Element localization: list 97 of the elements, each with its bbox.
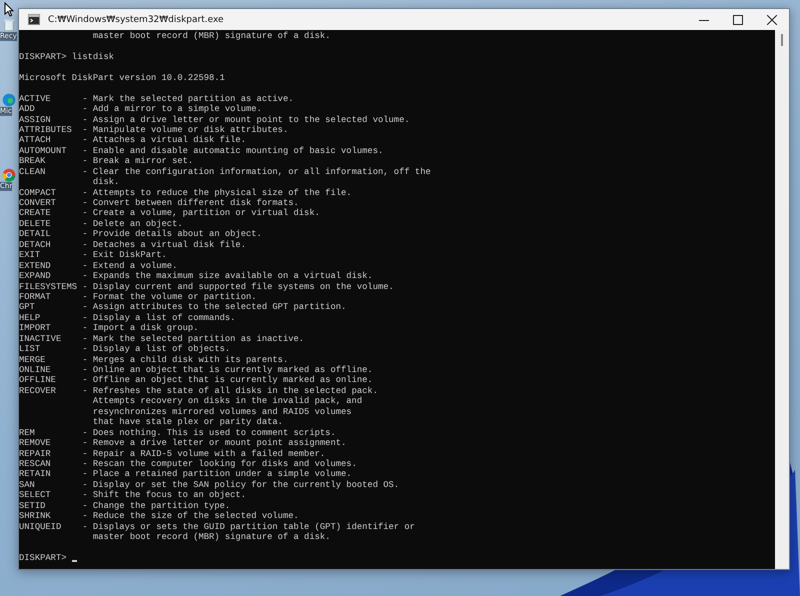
command-description: - Add a mirror to a simple volume. xyxy=(82,104,262,114)
command-name: REPAIR xyxy=(19,448,52,459)
command-name: CONVERT xyxy=(19,198,57,208)
scrollbar[interactable] xyxy=(775,30,789,569)
command-description: - Does nothing. This is used to comment scripts. xyxy=(82,428,336,438)
command-description: that have stale plex or parity data. xyxy=(92,417,284,428)
command-description: - Attaches a virtual disk file. xyxy=(82,135,246,146)
console-app-icon xyxy=(28,14,40,25)
command-description: - Rescan the computer looking for disks and volumes. xyxy=(82,458,357,470)
command-description: - Break a mirror set. xyxy=(82,156,194,167)
command-name: ADD xyxy=(19,104,36,114)
command-description: - Provide details about an object. xyxy=(82,229,262,240)
command-description: - Assign attributes to the selected GPT partition. xyxy=(82,302,346,313)
command-name: RETAIN xyxy=(19,469,52,480)
command-name: DETACH xyxy=(19,240,52,250)
command-description: - Detaches a virtual disk file. xyxy=(82,240,246,250)
command-name: SAN xyxy=(19,480,36,490)
command-description: master boot record (MBR) signature of a disk. xyxy=(92,532,332,542)
close-icon xyxy=(767,14,777,24)
command-description: - Convert between different disk formats. xyxy=(82,198,299,208)
command-name: UNIQUEID xyxy=(19,522,62,532)
command-description: - Place a retained partition under a simple volume. xyxy=(82,469,352,480)
command-name: DELETE xyxy=(19,218,52,230)
command-description: - Clear the configuration information, or all information, off the xyxy=(82,166,431,178)
command-name: ATTRIBUTES xyxy=(19,124,73,136)
command-description: - Display a list of objects. xyxy=(82,344,230,355)
browser-icon[interactable] xyxy=(2,93,16,107)
browser-icon[interactable] xyxy=(2,168,16,182)
command-name: REMOVE xyxy=(19,438,52,448)
command-name: RECOVER xyxy=(19,386,57,396)
console-text: master boot record (MBR) signature of a disk. xyxy=(92,31,332,42)
command-name: SHRINK xyxy=(19,511,52,522)
command-description: - Enable and disable automatic mounting of basic volumes. xyxy=(82,146,384,156)
command-name: ATTACH xyxy=(19,135,52,146)
command-description: - Mark the selected partition as active. xyxy=(82,94,294,104)
command-description: - Offline an object that is currently marked as online. xyxy=(82,375,373,386)
command-name: INACTIVE xyxy=(19,334,62,344)
command-name: MERGE xyxy=(19,354,46,365)
maximize-icon xyxy=(733,14,743,24)
command-name: HELP xyxy=(19,312,42,324)
command-name: IMPORT xyxy=(19,323,52,334)
command-name: DETAIL xyxy=(19,229,52,240)
command-name: FORMAT xyxy=(19,292,52,302)
bin-icon[interactable] xyxy=(2,18,16,32)
command-description: - Reduce the size of the selected volume. xyxy=(82,511,299,522)
command-name: CLEAN xyxy=(19,166,46,178)
command-name: REM xyxy=(19,428,36,438)
command-description: - Display current and supported file systems on the volume. xyxy=(82,282,394,292)
command-description: - Change the partition type. xyxy=(82,500,230,512)
typed-command: listdisk xyxy=(72,52,114,62)
command-description: resynchronizes mirrored volumes and RAID5 volumes xyxy=(92,406,353,418)
command-name: AUTOMOUNT xyxy=(19,146,68,156)
command-name: OFFLINE xyxy=(19,375,57,386)
command-name: ASSIGN xyxy=(19,114,52,125)
mouse-cursor-icon xyxy=(4,2,14,17)
command-name: BREAK xyxy=(19,156,46,167)
command-description: - Repair a RAID-5 volume with a failed member. xyxy=(82,448,326,459)
command-description: - Expands the maximum size available on a virtual disk. xyxy=(82,271,373,282)
command-description: - Online an object that is currently marked as offline. xyxy=(82,365,373,376)
command-description: - Merges a child disk with its parents. xyxy=(82,354,288,365)
command-description: disk. xyxy=(92,177,120,188)
command-name: SETID xyxy=(19,500,46,512)
text-cursor xyxy=(72,560,78,562)
command-name: COMPACT xyxy=(19,188,57,198)
command-name: EXPAND xyxy=(19,271,52,282)
command-name: FILESYSTEMS xyxy=(19,282,78,292)
window-title: C:₩Windows₩system32₩diskpart.exe xyxy=(48,14,225,24)
command-description: - Refreshes the state of all disks in the selected pack. xyxy=(82,386,378,396)
command-name: RESCAN xyxy=(19,458,52,470)
command-description: - Attempts to reduce the physical size of the file. xyxy=(82,188,352,198)
prompt-text: DISKPART> xyxy=(19,552,67,564)
command-description: - Delete an object. xyxy=(82,218,183,230)
command-name: ONLINE xyxy=(19,365,52,376)
command-description: - Assign a drive letter or mount point to the selected volume. xyxy=(82,114,410,125)
command-description: - Import a disk group. xyxy=(82,323,198,334)
command-description: - Exit DiskPart. xyxy=(82,250,167,261)
scrollbar-thumb[interactable] xyxy=(781,34,783,46)
command-description: - Manipulate volume or disk attributes. xyxy=(82,124,288,136)
command-name: EXTEND xyxy=(19,260,52,272)
command-description: - Display a list of commands. xyxy=(82,312,236,324)
command-description: - Extend a volume. xyxy=(82,260,178,272)
command-description: - Display or set the SAN policy for the currently booted OS. xyxy=(82,480,400,490)
command-name: SELECT xyxy=(19,490,52,501)
prompt-text: DISKPART> xyxy=(19,52,67,62)
command-name: CREATE xyxy=(19,208,52,219)
command-description: - Create a volume, partition or virtual disk. xyxy=(82,208,320,219)
command-name: EXIT xyxy=(19,250,42,261)
command-description: - Mark the selected partition as inactive. xyxy=(82,334,304,344)
version-text: Microsoft DiskPart version 10.0.22598.1 xyxy=(19,72,226,84)
command-description: - Displays or sets the GUID partition table (GPT) identifier or xyxy=(82,522,415,532)
command-description: Attempts recovery on disks in the invalid pack, and xyxy=(92,396,364,407)
command-name: ACTIVE xyxy=(19,94,52,104)
command-name: LIST xyxy=(19,344,42,355)
command-name: GPT xyxy=(19,302,36,313)
command-description: - Shift the focus to an object. xyxy=(82,490,246,501)
command-description: - Format the volume or partition. xyxy=(82,292,257,302)
command-description: - Remove a drive letter or mount point assignment. xyxy=(82,438,346,448)
